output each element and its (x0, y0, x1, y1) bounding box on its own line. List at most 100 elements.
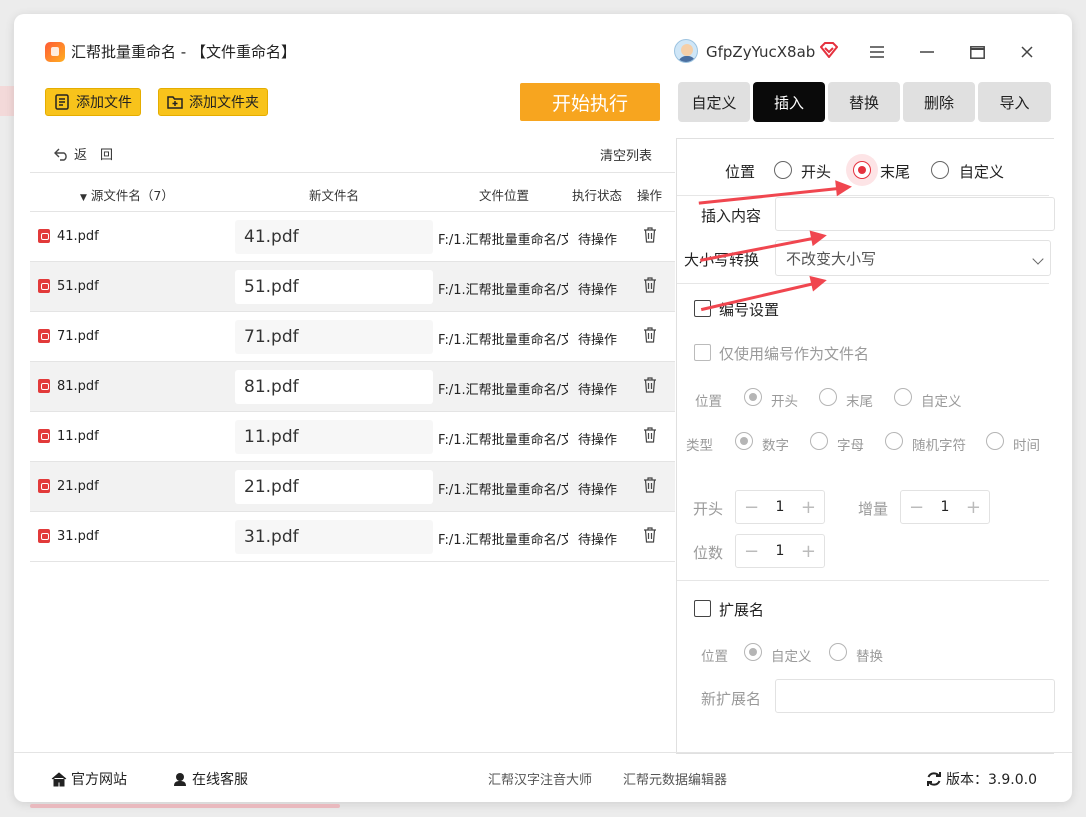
case-convert-value: 不改变大小写 (786, 250, 877, 268)
divider (677, 580, 1049, 581)
status-text: 待操作 (578, 233, 618, 248)
source-name: 81.pdf (57, 379, 99, 394)
trash-icon[interactable] (643, 277, 657, 293)
digits-label: 位数 (693, 544, 724, 562)
close-icon[interactable] (1015, 40, 1039, 64)
table-row[interactable]: 31.pdf 31.pdf F:/1.汇帮批量重命名/文件 待操作 (30, 512, 675, 562)
new-name: 81.pdf (235, 370, 433, 404)
maximize-icon[interactable] (965, 40, 989, 64)
vip-diamond-icon[interactable] (819, 42, 839, 62)
minus-icon[interactable]: − (744, 497, 759, 518)
ext-replace-label: 替换 (856, 649, 883, 665)
radio-type-letter[interactable] (810, 432, 828, 450)
tab-import[interactable]: 导入 (978, 82, 1051, 122)
insert-content-label: 插入内容 (701, 207, 762, 225)
new-name: 21.pdf (235, 470, 433, 504)
start-button[interactable]: 开始执行 (520, 83, 660, 121)
status-text: 待操作 (578, 283, 618, 298)
file-location: F:/1.汇帮批量重命名/文件 (438, 283, 568, 298)
add-folder-button[interactable]: 添加文件夹 (158, 88, 268, 116)
file-location: F:/1.汇帮批量重命名/文件 (438, 383, 568, 398)
radio-ext-replace[interactable] (829, 643, 847, 661)
increment-stepper[interactable]: − 1 + (900, 490, 990, 524)
radio-position-custom[interactable] (931, 161, 949, 179)
plus-icon[interactable]: + (801, 497, 816, 518)
website-link[interactable]: 官方网站 (51, 769, 127, 789)
ext-position-label: 位置 (701, 649, 728, 665)
table-row[interactable]: 81.pdf 81.pdf F:/1.汇帮批量重命名/文件 待操作 (30, 362, 675, 412)
start-stepper[interactable]: − 1 + (735, 490, 825, 524)
list-header: ▼ 源文件名（7） 新文件名 文件位置 执行状态 操作 (30, 172, 675, 212)
tab-custom[interactable]: 自定义 (678, 82, 750, 122)
new-ext-input[interactable] (775, 679, 1055, 713)
app-logo-icon (45, 42, 65, 62)
type-label: 类型 (686, 438, 713, 454)
clear-list-button[interactable]: 清空列表 (600, 145, 652, 164)
radio-type-number[interactable] (735, 432, 753, 450)
radio-type-random[interactable] (885, 432, 903, 450)
file-location: F:/1.汇帮批量重命名/文件 (438, 483, 568, 498)
trash-icon[interactable] (643, 327, 657, 343)
header-src[interactable]: ▼ 源文件名（7） (80, 185, 174, 204)
only-number-checkbox[interactable] (694, 344, 711, 361)
add-file-button[interactable]: 添加文件 (45, 88, 141, 116)
status-text: 待操作 (578, 483, 618, 498)
tab-insert[interactable]: 插入 (753, 82, 825, 122)
divider (677, 195, 1049, 196)
plus-icon[interactable]: + (801, 541, 816, 562)
radio-position-start[interactable] (774, 161, 792, 179)
chevron-down-icon (1032, 253, 1044, 265)
increment-label: 增量 (858, 500, 889, 518)
trash-icon[interactable] (643, 477, 657, 493)
trash-icon[interactable] (643, 527, 657, 543)
menu-icon[interactable] (865, 40, 889, 64)
extension-checkbox[interactable] (694, 600, 711, 617)
support-link[interactable]: 在线客服 (172, 769, 248, 789)
trash-icon[interactable] (643, 377, 657, 393)
plus-icon[interactable]: + (966, 497, 981, 518)
trash-icon[interactable] (643, 227, 657, 243)
tab-delete[interactable]: 删除 (903, 82, 975, 122)
minus-icon[interactable]: − (744, 541, 759, 562)
bottom-accent-line (30, 804, 340, 808)
avatar[interactable] (674, 39, 698, 63)
file-location: F:/1.汇帮批量重命名/文件 (438, 233, 568, 248)
tab-bar: 自定义 插入 替换 删除 导入 (678, 82, 1051, 122)
pdf-icon (38, 329, 50, 343)
radio-type-time[interactable] (986, 432, 1004, 450)
app-window: 汇帮批量重命名 - 【文件重命名】 GfpZyYucX8ab 添加文件 添加文件… (14, 14, 1072, 802)
status-text: 待操作 (578, 333, 618, 348)
minimize-icon[interactable] (915, 40, 939, 64)
minus-icon[interactable]: − (909, 497, 924, 518)
radio-num-custom[interactable] (894, 388, 912, 406)
tab-replace[interactable]: 替换 (828, 82, 900, 122)
table-row[interactable]: 11.pdf 11.pdf F:/1.汇帮批量重命名/文件 待操作 (30, 412, 675, 462)
radio-ext-custom[interactable] (744, 643, 762, 661)
website-label: 官方网站 (71, 772, 127, 788)
back-button[interactable]: 返 回 (54, 144, 113, 163)
file-location: F:/1.汇帮批量重命名/文件 (438, 533, 568, 548)
table-row[interactable]: 51.pdf 51.pdf F:/1.汇帮批量重命名/文件 待操作 (30, 262, 675, 312)
window-title: 汇帮批量重命名 - 【文件重命名】 (71, 43, 296, 61)
version-info[interactable]: 版本：3.9.0.0 (926, 769, 1037, 789)
metadata-tool-link[interactable]: 汇帮元数据编辑器 (623, 769, 727, 788)
type-letter-label: 字母 (837, 438, 864, 454)
file-location: F:/1.汇帮批量重命名/文件 (438, 433, 568, 448)
table-row[interactable]: 71.pdf 71.pdf F:/1.汇帮批量重命名/文件 待操作 (30, 312, 675, 362)
source-name: 11.pdf (57, 429, 99, 444)
trash-icon[interactable] (643, 427, 657, 443)
add-file-icon (55, 94, 69, 110)
digits-stepper[interactable]: − 1 + (735, 534, 825, 568)
position-start-label: 开头 (801, 163, 832, 181)
table-row[interactable]: 21.pdf 21.pdf F:/1.汇帮批量重命名/文件 待操作 (30, 462, 675, 512)
radio-position-end[interactable] (853, 161, 871, 179)
radio-num-end[interactable] (819, 388, 837, 406)
table-row[interactable]: 41.pdf 41.pdf F:/1.汇帮批量重命名/文件 待操作 (30, 212, 675, 262)
radio-num-start[interactable] (744, 388, 762, 406)
insert-content-input[interactable] (775, 197, 1055, 231)
add-file-label: 添加文件 (76, 95, 132, 111)
pinyin-tool-link[interactable]: 汇帮汉字注音大师 (488, 769, 592, 788)
username[interactable]: GfpZyYucX8ab (706, 43, 815, 61)
title-bar: 汇帮批量重命名 - 【文件重命名】 GfpZyYucX8ab (14, 14, 1072, 74)
num-end-label: 末尾 (846, 394, 873, 410)
